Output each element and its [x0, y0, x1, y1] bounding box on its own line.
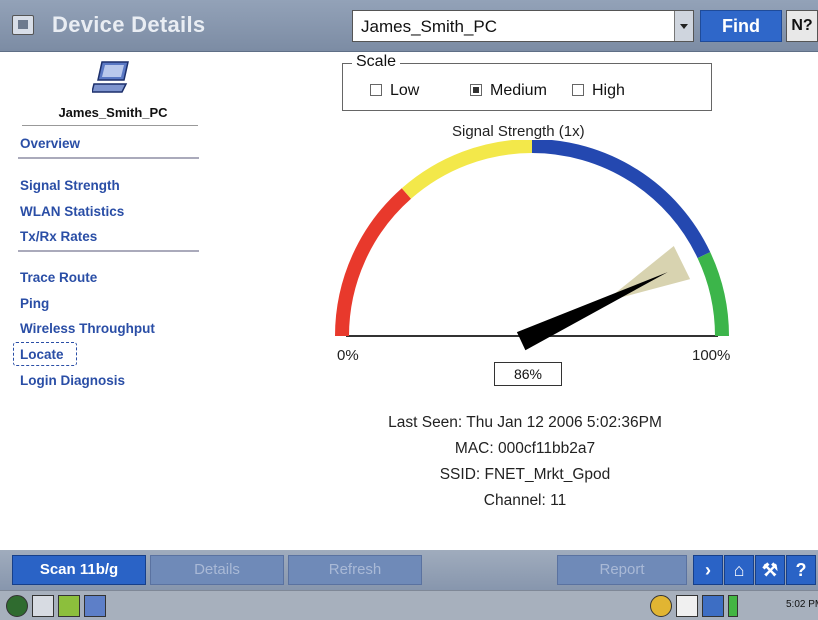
gauge-value: 86% — [494, 362, 562, 386]
sidebar-item-signal-strength[interactable]: Signal Strength — [20, 178, 120, 193]
device-select[interactable]: James_Smith_PC — [352, 10, 694, 42]
laptop-icon — [92, 61, 129, 93]
start-icon[interactable] — [6, 595, 28, 617]
sidebar-item-locate[interactable]: Locate — [20, 347, 64, 362]
scale-option-low[interactable]: Low — [370, 82, 419, 100]
sidebar-item-login-diagnosis[interactable]: Login Diagnosis — [20, 373, 125, 388]
divider — [22, 125, 198, 126]
back-icon[interactable]: › — [693, 555, 723, 585]
taskbar: 5:02 PM — [0, 590, 818, 620]
report-button[interactable]: Report — [557, 555, 687, 585]
clipboard-icon[interactable] — [676, 595, 698, 617]
divider — [18, 250, 199, 252]
details-button[interactable]: Details — [150, 555, 284, 585]
scale-legend: Scale — [352, 53, 401, 71]
gauge-band-red — [335, 188, 412, 337]
sidebar: James_Smith_PC Overview Signal Strength … — [0, 52, 205, 550]
page-title: Device Details — [52, 12, 206, 37]
sidebar-item-txrx-rates[interactable]: Tx/Rx Rates — [20, 229, 97, 244]
tools-icon[interactable]: ⚒ — [755, 555, 785, 585]
refresh-button[interactable]: Refresh — [288, 555, 422, 585]
ssid-text: SSID: FNET_Mrkt_Gpod — [439, 466, 611, 483]
sidebar-item-trace-route[interactable]: Trace Route — [20, 270, 97, 285]
device-details-icon — [12, 15, 34, 35]
radio-high-label: High — [592, 82, 625, 99]
gauge-needle — [516, 272, 668, 351]
clock: 5:02 PM — [786, 599, 818, 610]
find-button[interactable]: Find — [700, 10, 782, 42]
radio-low[interactable] — [370, 83, 382, 96]
channel-text: Channel: 11 — [483, 492, 567, 509]
gauge-band-green — [697, 252, 729, 337]
device-select-value: James_Smith_PC — [361, 17, 498, 36]
device-name: James_Smith_PC — [58, 105, 168, 120]
app-icon[interactable] — [58, 595, 80, 617]
scale-option-medium[interactable]: Medium — [470, 82, 547, 100]
light-icon[interactable] — [650, 595, 672, 617]
scan-button[interactable]: Scan 11b/g — [12, 555, 146, 585]
radio-high[interactable] — [572, 83, 584, 96]
speaker-icon[interactable] — [702, 595, 724, 617]
chevron-down-icon[interactable] — [674, 11, 693, 41]
radio-medium-label: Medium — [490, 82, 547, 99]
keyboard-icon[interactable] — [32, 595, 54, 617]
sidebar-item-ping[interactable]: Ping — [20, 296, 49, 311]
gauge-band-yellow — [401, 140, 533, 199]
sidebar-item-wireless-throughput[interactable]: Wireless Throughput — [20, 321, 155, 336]
home-icon[interactable]: ⌂ — [724, 555, 754, 585]
radio-low-label: Low — [390, 82, 420, 99]
radio-medium[interactable] — [470, 83, 482, 96]
sidebar-item-wlan-statistics[interactable]: WLAN Statistics — [20, 204, 124, 219]
signal-strength-gauge — [335, 140, 729, 351]
bottom-toolbar: Scan 11b/g Details Refresh Report › ⌂ ⚒ … — [0, 550, 818, 590]
battery-icon[interactable] — [728, 595, 738, 617]
window-icon[interactable] — [84, 595, 106, 617]
gauge-max-label: 100% — [692, 347, 731, 364]
gauge-min-label: 0% — [337, 347, 359, 364]
divider — [18, 157, 199, 159]
gauge-title: Signal Strength (1x) — [452, 123, 585, 140]
title-bar: Device Details James_Smith_PC Find N? — [0, 0, 818, 52]
sidebar-item-overview[interactable]: Overview — [20, 136, 80, 151]
gauge-band-blue — [531, 140, 711, 259]
mac-text: MAC: 000cf11bb2a7 — [454, 440, 596, 457]
scale-option-high[interactable]: High — [572, 82, 625, 100]
context-help-button[interactable]: N? — [786, 10, 818, 42]
help-icon[interactable]: ? — [786, 555, 816, 585]
last-seen-text: Last Seen: Thu Jan 12 2006 5:02:36PM — [388, 414, 662, 431]
